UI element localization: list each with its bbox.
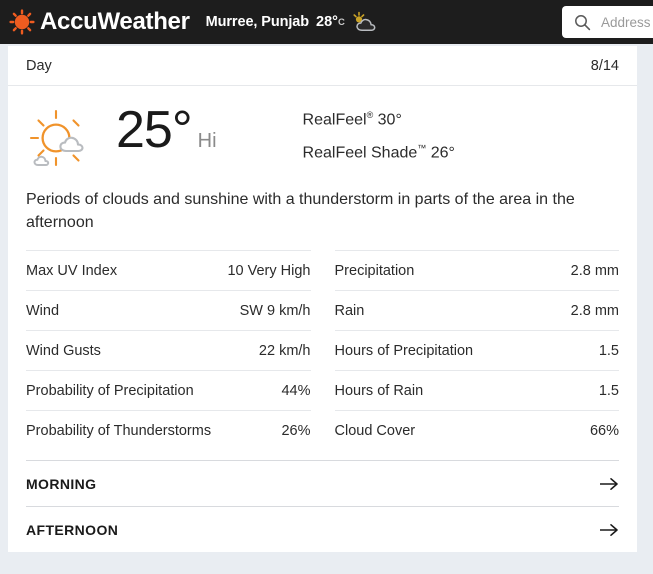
day-date: 8/14 [590,58,619,74]
table-row: Wind Gusts 22 km/h [26,330,311,370]
metric-value: SW 9 km/h [239,303,311,320]
day-header-row: Day 8/14 [8,46,637,86]
brand-name-text: AccuWeather [40,8,190,35]
table-row: Hours of Rain 1.5 [334,370,619,410]
realfeel-value: 30° [377,111,402,129]
hero-temperature-group: 25° Hi [116,104,217,156]
table-row: Hours of Precipitation 1.5 [334,330,619,370]
metrics-grid: Max UV Index 10 Very High Wind SW 9 km/h… [26,250,619,460]
location-temperature-unit: C [337,16,345,28]
metric-value: 44% [281,383,311,400]
daily-forecast-detail-card: Day 8/14 25° Hi RealFeel® 30° RealFeel S… [8,46,637,553]
realfeel-trademark-symbol: ® [366,110,374,120]
table-row: Cloud Cover 66% [334,410,619,450]
hero-conditions-row: 25° Hi RealFeel® 30° RealFeel Shade™ 26° [26,86,619,178]
day-label: Day [26,58,52,74]
realfeel-shade-row: RealFeel Shade™ 26° [303,143,455,162]
hero-temperature-qualifier: Hi [197,130,217,152]
metric-value: 26% [281,423,311,440]
forecast-phrase: Periods of clouds and sunshine with a th… [26,191,575,232]
metric-value: 10 Very High [227,263,311,280]
table-row: Max UV Index 10 Very High [26,250,311,290]
search-input-placeholder[interactable]: Address [601,15,651,30]
accuweather-brand-link[interactable]: AccuWeather [9,0,190,44]
realfeel-shade-value: 26° [430,144,455,162]
metric-value: 22 km/h [258,343,311,360]
metric-label: Wind [26,303,60,320]
table-row: Probability of Precipitation 44% [26,370,311,410]
metric-label: Hours of Rain [334,383,424,400]
location-temperature-text: 28° [316,14,338,30]
period-row-morning[interactable]: MORNING [26,460,619,506]
metric-label: Precipitation [334,263,415,280]
metric-label: Hours of Precipitation [334,343,474,360]
metrics-left-column: Max UV Index 10 Very High Wind SW 9 km/h… [26,250,311,450]
period-sections: MORNING AFTERNOON [26,460,619,552]
realfeel-group: RealFeel® 30° RealFeel Shade™ 26° [303,104,455,163]
metric-value: 1.5 [598,343,619,360]
realfeel-row: RealFeel® 30° [303,110,455,129]
realfeel-label: RealFeel [302,111,367,129]
hero-temperature: 25° [116,101,193,159]
period-label: AFTERNOON [26,522,119,539]
arrow-right-icon[interactable] [599,477,619,491]
period-label: MORNING [26,476,97,493]
metric-label: Rain [334,303,365,320]
location-name-text: Murree, Punjab [205,14,309,30]
metric-value: 2.8 mm [570,303,619,320]
partly-cloudy-icon [352,11,380,33]
metrics-right-column: Precipitation 2.8 mm Rain 2.8 mm Hours o… [334,250,619,450]
location-search-box[interactable]: Address [562,6,653,38]
table-row: Rain 2.8 mm [334,290,619,330]
table-row: Precipitation 2.8 mm [334,250,619,290]
search-icon [574,14,591,31]
metric-value: 1.5 [598,383,619,400]
realfeel-shade-label: RealFeel Shade [302,144,418,162]
table-row: Wind SW 9 km/h [26,290,311,330]
metric-value: 2.8 mm [570,263,619,280]
period-row-afternoon[interactable]: AFTERNOON [26,506,619,552]
sun-logo-icon [9,9,35,35]
metric-value: 66% [589,423,619,440]
metric-label: Max UV Index [26,263,118,280]
metric-label: Cloud Cover [334,423,416,440]
realfeel-shade-trademark-symbol: ™ [417,143,427,154]
current-location-summary[interactable]: Murree, Punjab 28° C [206,11,380,33]
metric-label: Wind Gusts [26,343,101,360]
sun-behind-cloud-icon [26,108,98,170]
table-row: Probability of Thunderstorms 26% [26,410,311,450]
metric-label: Probability of Thunderstorms [26,423,212,440]
top-navigation-bar: AccuWeather Murree, Punjab 28° C Address [0,0,653,44]
metric-label: Probability of Precipitation [26,383,194,400]
arrow-right-icon[interactable] [599,523,619,537]
